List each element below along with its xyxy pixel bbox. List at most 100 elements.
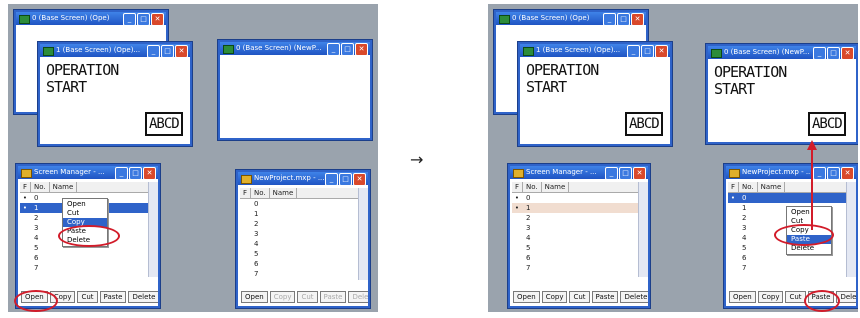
screen-list[interactable]: F No. Name 0 1 2 3 4 5 6 7	[240, 188, 358, 280]
flag: •	[514, 204, 520, 212]
newproject-screen-0-window[interactable]: 0 (Base Screen) (NewP... _ □ ✕	[218, 40, 372, 140]
minimize-icon[interactable]: _	[327, 43, 340, 55]
list-item[interactable]: 6	[512, 253, 638, 263]
list-item[interactable]: 7	[728, 263, 846, 273]
list-item[interactable]: 5	[240, 249, 358, 259]
abcd-part[interactable]: ABCD	[625, 112, 663, 136]
close-icon[interactable]: ✕	[633, 167, 646, 179]
copy-button[interactable]: Copy	[541, 291, 568, 303]
delete-button[interactable]: Delete	[348, 291, 368, 303]
close-icon[interactable]: ✕	[841, 167, 854, 179]
cut-button[interactable]: Cut	[785, 291, 806, 303]
newproject-window[interactable]: NewProject.mxp - ... _ □ ✕ F No. Name 0 1 2 …	[236, 170, 370, 308]
minimize-icon[interactable]: _	[603, 13, 616, 25]
screen-no: 0	[34, 194, 39, 202]
vertical-scrollbar[interactable]	[846, 182, 856, 277]
newproject-screen-0-window[interactable]: 0 (Base Screen) (NewP... _ □ ✕ OPERATION ST…	[706, 44, 858, 144]
close-icon[interactable]: ✕	[655, 45, 668, 57]
list-item[interactable]: 5	[512, 243, 638, 253]
menu-item-open[interactable]: Open	[787, 208, 831, 217]
title-bar[interactable]: Screen Manager - ... _ □ ✕	[18, 166, 158, 179]
open-button[interactable]: Open	[241, 291, 268, 303]
paste-button[interactable]: Paste	[319, 291, 347, 303]
open-button[interactable]: Open	[513, 291, 540, 303]
list-item[interactable]: 6	[20, 253, 148, 263]
abcd-part[interactable]: ABCD	[808, 112, 846, 136]
vertical-scrollbar[interactable]	[148, 182, 158, 277]
title-bar[interactable]: 0 (Base Screen) (NewP... _ □ ✕	[220, 42, 370, 55]
maximize-icon[interactable]: □	[129, 167, 142, 179]
list-item[interactable]: 7	[20, 263, 148, 273]
delete-button[interactable]: Delete	[620, 291, 648, 303]
base-screen-1-window[interactable]: 1 (Base Screen) (Ope)... _ □ ✕ OPERATION ST…	[38, 42, 192, 146]
delete-button[interactable]: Delete	[128, 291, 158, 303]
list-item[interactable]: 1	[240, 209, 358, 219]
close-icon[interactable]: ✕	[175, 45, 188, 57]
list-item[interactable]: • 0	[512, 193, 638, 203]
list-item[interactable]: 2	[240, 219, 358, 229]
title-bar[interactable]: 1 (Base Screen) (Ope)... _ □ ✕	[40, 44, 190, 57]
maximize-icon[interactable]: □	[341, 43, 354, 55]
base-screen-1-window[interactable]: 1 (Base Screen) (Ope)... _ □ ✕ OPERATION ST…	[518, 42, 672, 146]
menu-item-open[interactable]: Open	[63, 200, 107, 209]
title-bar[interactable]: Screen Manager - ... _ □ ✕	[510, 166, 648, 179]
close-icon[interactable]: ✕	[143, 167, 156, 179]
close-icon[interactable]: ✕	[151, 13, 164, 25]
minimize-icon[interactable]: _	[813, 167, 826, 179]
list-item[interactable]: 3	[512, 223, 638, 233]
screen-no: 4	[254, 240, 259, 248]
close-icon[interactable]: ✕	[355, 43, 368, 55]
paste-button[interactable]: Paste	[591, 291, 619, 303]
screen-manager-window[interactable]: Screen Manager - ... _ □ ✕ F No. Name • 0 • 1 …	[508, 164, 650, 308]
minimize-icon[interactable]: _	[627, 45, 640, 57]
copy-button[interactable]: Copy	[757, 291, 784, 303]
paste-button[interactable]: Paste	[99, 291, 127, 303]
open-button[interactable]: Open	[729, 291, 756, 303]
title-bar[interactable]: 0 (Base Screen) (Ope) _ □ ✕	[16, 12, 166, 25]
vertical-scrollbar[interactable]	[638, 182, 648, 277]
title-bar[interactable]: 1 (Base Screen) (Ope)... _ □ ✕	[520, 44, 670, 57]
list-item-selected[interactable]: • 1	[512, 203, 638, 213]
list-item[interactable]: 7	[512, 263, 638, 273]
maximize-icon[interactable]: □	[619, 167, 632, 179]
list-item[interactable]: 3	[240, 229, 358, 239]
window-title: NewProject.mxp - ...	[742, 168, 813, 176]
list-item[interactable]: 4	[512, 233, 638, 243]
screen-no: 1	[526, 204, 531, 212]
title-bar[interactable]: 0 (Base Screen) (Ope) _ □ ✕	[496, 12, 646, 25]
abcd-part[interactable]: ABCD	[145, 112, 183, 136]
maximize-icon[interactable]: □	[161, 45, 174, 57]
minimize-icon[interactable]: _	[813, 47, 826, 59]
list-item[interactable]: 7	[240, 269, 358, 279]
cut-button[interactable]: Cut	[297, 291, 318, 303]
minimize-icon[interactable]: _	[605, 167, 618, 179]
copy-button[interactable]: Copy	[269, 291, 296, 303]
list-item[interactable]: 0	[240, 199, 358, 209]
close-icon[interactable]: ✕	[353, 173, 366, 185]
title-bar[interactable]: NewProject.mxp - ... _ □ ✕	[238, 172, 368, 185]
close-icon[interactable]: ✕	[841, 47, 854, 59]
screen-manager-buttons: Open Copy Cut Paste Delete	[513, 291, 648, 303]
vertical-scrollbar[interactable]	[358, 188, 368, 280]
list-item[interactable]: 2	[512, 213, 638, 223]
maximize-icon[interactable]: □	[339, 173, 352, 185]
title-bar[interactable]: 0 (Base Screen) (NewP... _ □ ✕	[708, 46, 856, 59]
title-bar[interactable]: NewProject.mxp - ... _ □ ✕	[726, 166, 856, 179]
minimize-icon[interactable]: _	[115, 167, 128, 179]
maximize-icon[interactable]: □	[827, 167, 840, 179]
close-icon[interactable]: ✕	[631, 13, 644, 25]
screen-list[interactable]: F No. Name • 0 • 1 2 3 4 5 6 7	[512, 182, 638, 277]
minimize-icon[interactable]: _	[325, 173, 338, 185]
minimize-icon[interactable]: _	[147, 45, 160, 57]
list-item[interactable]: 6	[240, 259, 358, 269]
list-item-selected[interactable]: • 0	[728, 193, 846, 203]
minimize-icon[interactable]: _	[123, 13, 136, 25]
maximize-icon[interactable]: □	[827, 47, 840, 59]
list-item[interactable]: 4	[240, 239, 358, 249]
maximize-icon[interactable]: □	[641, 45, 654, 57]
maximize-icon[interactable]: □	[617, 13, 630, 25]
maximize-icon[interactable]: □	[137, 13, 150, 25]
menu-item-cut[interactable]: Cut	[63, 209, 107, 218]
cut-button[interactable]: Cut	[77, 291, 98, 303]
cut-button[interactable]: Cut	[569, 291, 590, 303]
